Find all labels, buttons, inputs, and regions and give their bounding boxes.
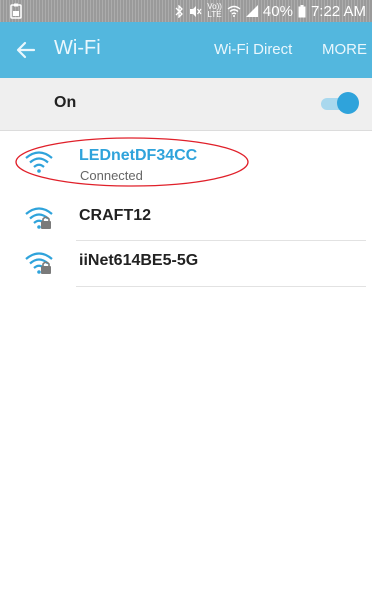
more-button[interactable]: MORE [322,41,367,58]
wifi-secured-icon [24,251,54,277]
toggle-thumb [337,92,359,114]
wifi-direct-button[interactable]: Wi-Fi Direct [214,41,292,58]
back-button[interactable] [12,36,40,64]
battery-percent: 40% [262,2,293,20]
signal-icon [245,5,258,17]
network-item-iinet614be5-5g[interactable]: iiNet614BE5-5G [0,241,372,285]
status-bar: Vo)) LTE 40% 7:22 AM [0,0,372,22]
app-bar: Wi-Fi Wi-Fi Direct MORE [0,22,372,78]
status-time: 7:22 AM [310,2,366,20]
mute-icon [189,5,202,18]
wifi-toggle-label: On [54,94,77,111]
page-title: Wi-Fi [54,37,101,59]
wifi-icon [227,5,241,17]
screenshot-icon [10,3,22,19]
network-name: CRAFT12 [79,207,152,224]
wifi-toggle-row[interactable]: On [0,78,372,131]
wifi-secured-icon [24,206,54,232]
battery-icon [298,4,306,18]
network-name: iiNet614BE5-5G [79,252,199,269]
network-item-craft12[interactable]: CRAFT12 [0,195,372,239]
highlight-ellipse [15,137,249,187]
back-arrow-icon [16,41,36,59]
volte-icon: Vo)) LTE [207,3,222,19]
wifi-toggle-switch[interactable] [321,92,361,114]
network-divider [76,286,366,287]
lte-label: LTE [207,10,222,19]
status-icons: Vo)) LTE 40% 7:22 AM [175,0,366,22]
bluetooth-icon [175,4,184,18]
